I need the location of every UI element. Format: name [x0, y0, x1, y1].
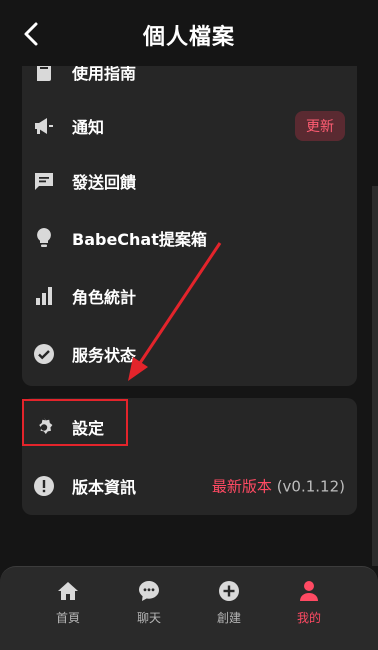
annotation-arrow [128, 242, 222, 381]
